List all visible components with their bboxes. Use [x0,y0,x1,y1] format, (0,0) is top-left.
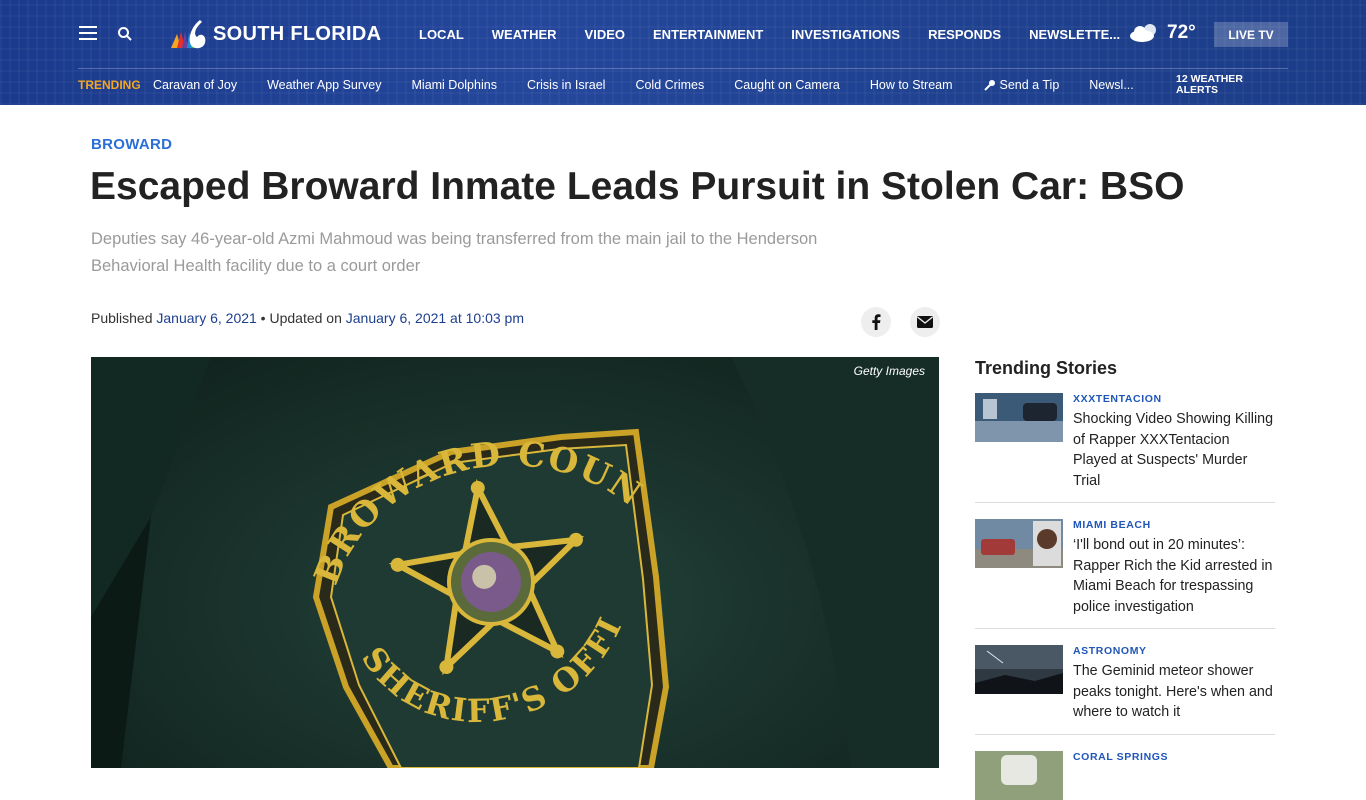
send-a-tip-label: Send a Tip [999,78,1060,92]
trending-bar: TRENDING Caravan of Joy Weather App Surv… [0,70,1366,104]
nav-responds[interactable]: RESPONDS [928,27,1001,42]
article-category[interactable]: BROWARD [91,136,172,153]
search-icon[interactable] [117,26,133,42]
story-divider [975,734,1275,735]
image-credit: Getty Images [853,364,925,378]
nav-video[interactable]: VIDEO [585,27,625,42]
trending-links: Caravan of Joy Weather App Survey Miami … [153,78,1164,92]
nav-entertainment[interactable]: ENTERTAINMENT [653,27,763,42]
story-title[interactable]: The Geminid meteor shower peaks tonight.… [1073,661,1277,723]
story-kicker[interactable]: XXXTENTACION [1073,393,1162,405]
trending-label: TRENDING [78,78,141,92]
nbc6-logo[interactable]: SOUTH FLORIDA [167,18,381,50]
send-a-tip-link[interactable]: Send a Tip [983,78,1060,92]
site-header: SOUTH FLORIDA LOCAL WEATHER VIDEO ENTERT… [0,0,1366,105]
trending-link[interactable]: Caravan of Joy [153,78,237,92]
cloudy-icon [1130,24,1156,42]
article-headline: Escaped Broward Inmate Leads Pursuit in … [90,165,1185,208]
story-title[interactable]: Shocking Video Showing Killing of Rapper… [1073,409,1277,491]
microphone-icon [983,79,995,91]
story-thumbnail[interactable] [975,751,1063,800]
peacock-logo-icon [171,20,206,49]
trending-stories-title: Trending Stories [975,358,1118,378]
menu-icon[interactable] [79,26,97,40]
story-title[interactable]: ‘I'll bond out in 20 minutes’: Rapper Ri… [1073,535,1277,617]
nav-weather[interactable]: WEATHER [492,27,557,42]
article-dek: Deputies say 46-year-old Azmi Mahmoud wa… [91,230,818,275]
updated-label: • Updated on [256,310,346,326]
published-label: Published [91,310,157,326]
top-bar: SOUTH FLORIDA LOCAL WEATHER VIDEO ENTERT… [0,0,1366,68]
sheriff-badge-image: BROWARD COUNTY SHERIFF'S OFFICE [91,357,939,768]
article-hero-image: BROWARD COUNTY SHERIFF'S OFFICE Getty Im… [91,357,939,768]
email-icon [917,316,933,328]
updated-date: January 6, 2021 at 10:03 pm [345,310,524,326]
trending-link[interactable]: Crisis in Israel [527,78,606,92]
trending-link[interactable]: How to Stream [870,78,953,92]
trending-link[interactable]: Caught on Camera [734,78,840,92]
trending-link[interactable]: Cold Crimes [635,78,704,92]
main-nav: LOCAL WEATHER VIDEO ENTERTAINMENT INVEST… [419,27,1148,42]
email-share-button[interactable] [910,307,940,337]
nav-local[interactable]: LOCAL [419,27,464,42]
story-kicker[interactable]: CORAL SPRINGS [1073,751,1168,763]
story-kicker[interactable]: MIAMI BEACH [1073,519,1151,531]
weather-widget[interactable]: 72° [1128,22,1196,44]
story-thumbnail[interactable] [975,645,1063,694]
story-thumbnail[interactable] [975,393,1063,442]
story-divider [975,502,1275,503]
temperature: 72° [1167,22,1196,43]
live-tv-button[interactable]: LIVE TV [1214,22,1288,47]
story-thumbnail[interactable] [975,519,1063,568]
story-divider [975,628,1275,629]
trending-link[interactable]: Newsl... [1089,78,1133,92]
nav-newsletters[interactable]: NEWSLETTE... [1029,27,1120,42]
trending-link[interactable]: Miami Dolphins [412,78,497,92]
facebook-share-button[interactable] [861,307,891,337]
brand-name: SOUTH FLORIDA [213,22,382,45]
weather-alerts-link[interactable]: 12 WEATHER ALERTS [1176,74,1243,96]
published-date: January 6, 2021 [156,310,257,326]
trending-link[interactable]: Weather App Survey [267,78,381,92]
header-divider [78,68,1288,69]
nav-investigations[interactable]: INVESTIGATIONS [791,27,900,42]
weather-alerts-label: ALERTS [1176,84,1218,96]
story-kicker[interactable]: ASTRONOMY [1073,645,1147,657]
article-dateline: Published January 6, 2021 • Updated on J… [91,310,524,326]
facebook-icon [872,314,881,330]
